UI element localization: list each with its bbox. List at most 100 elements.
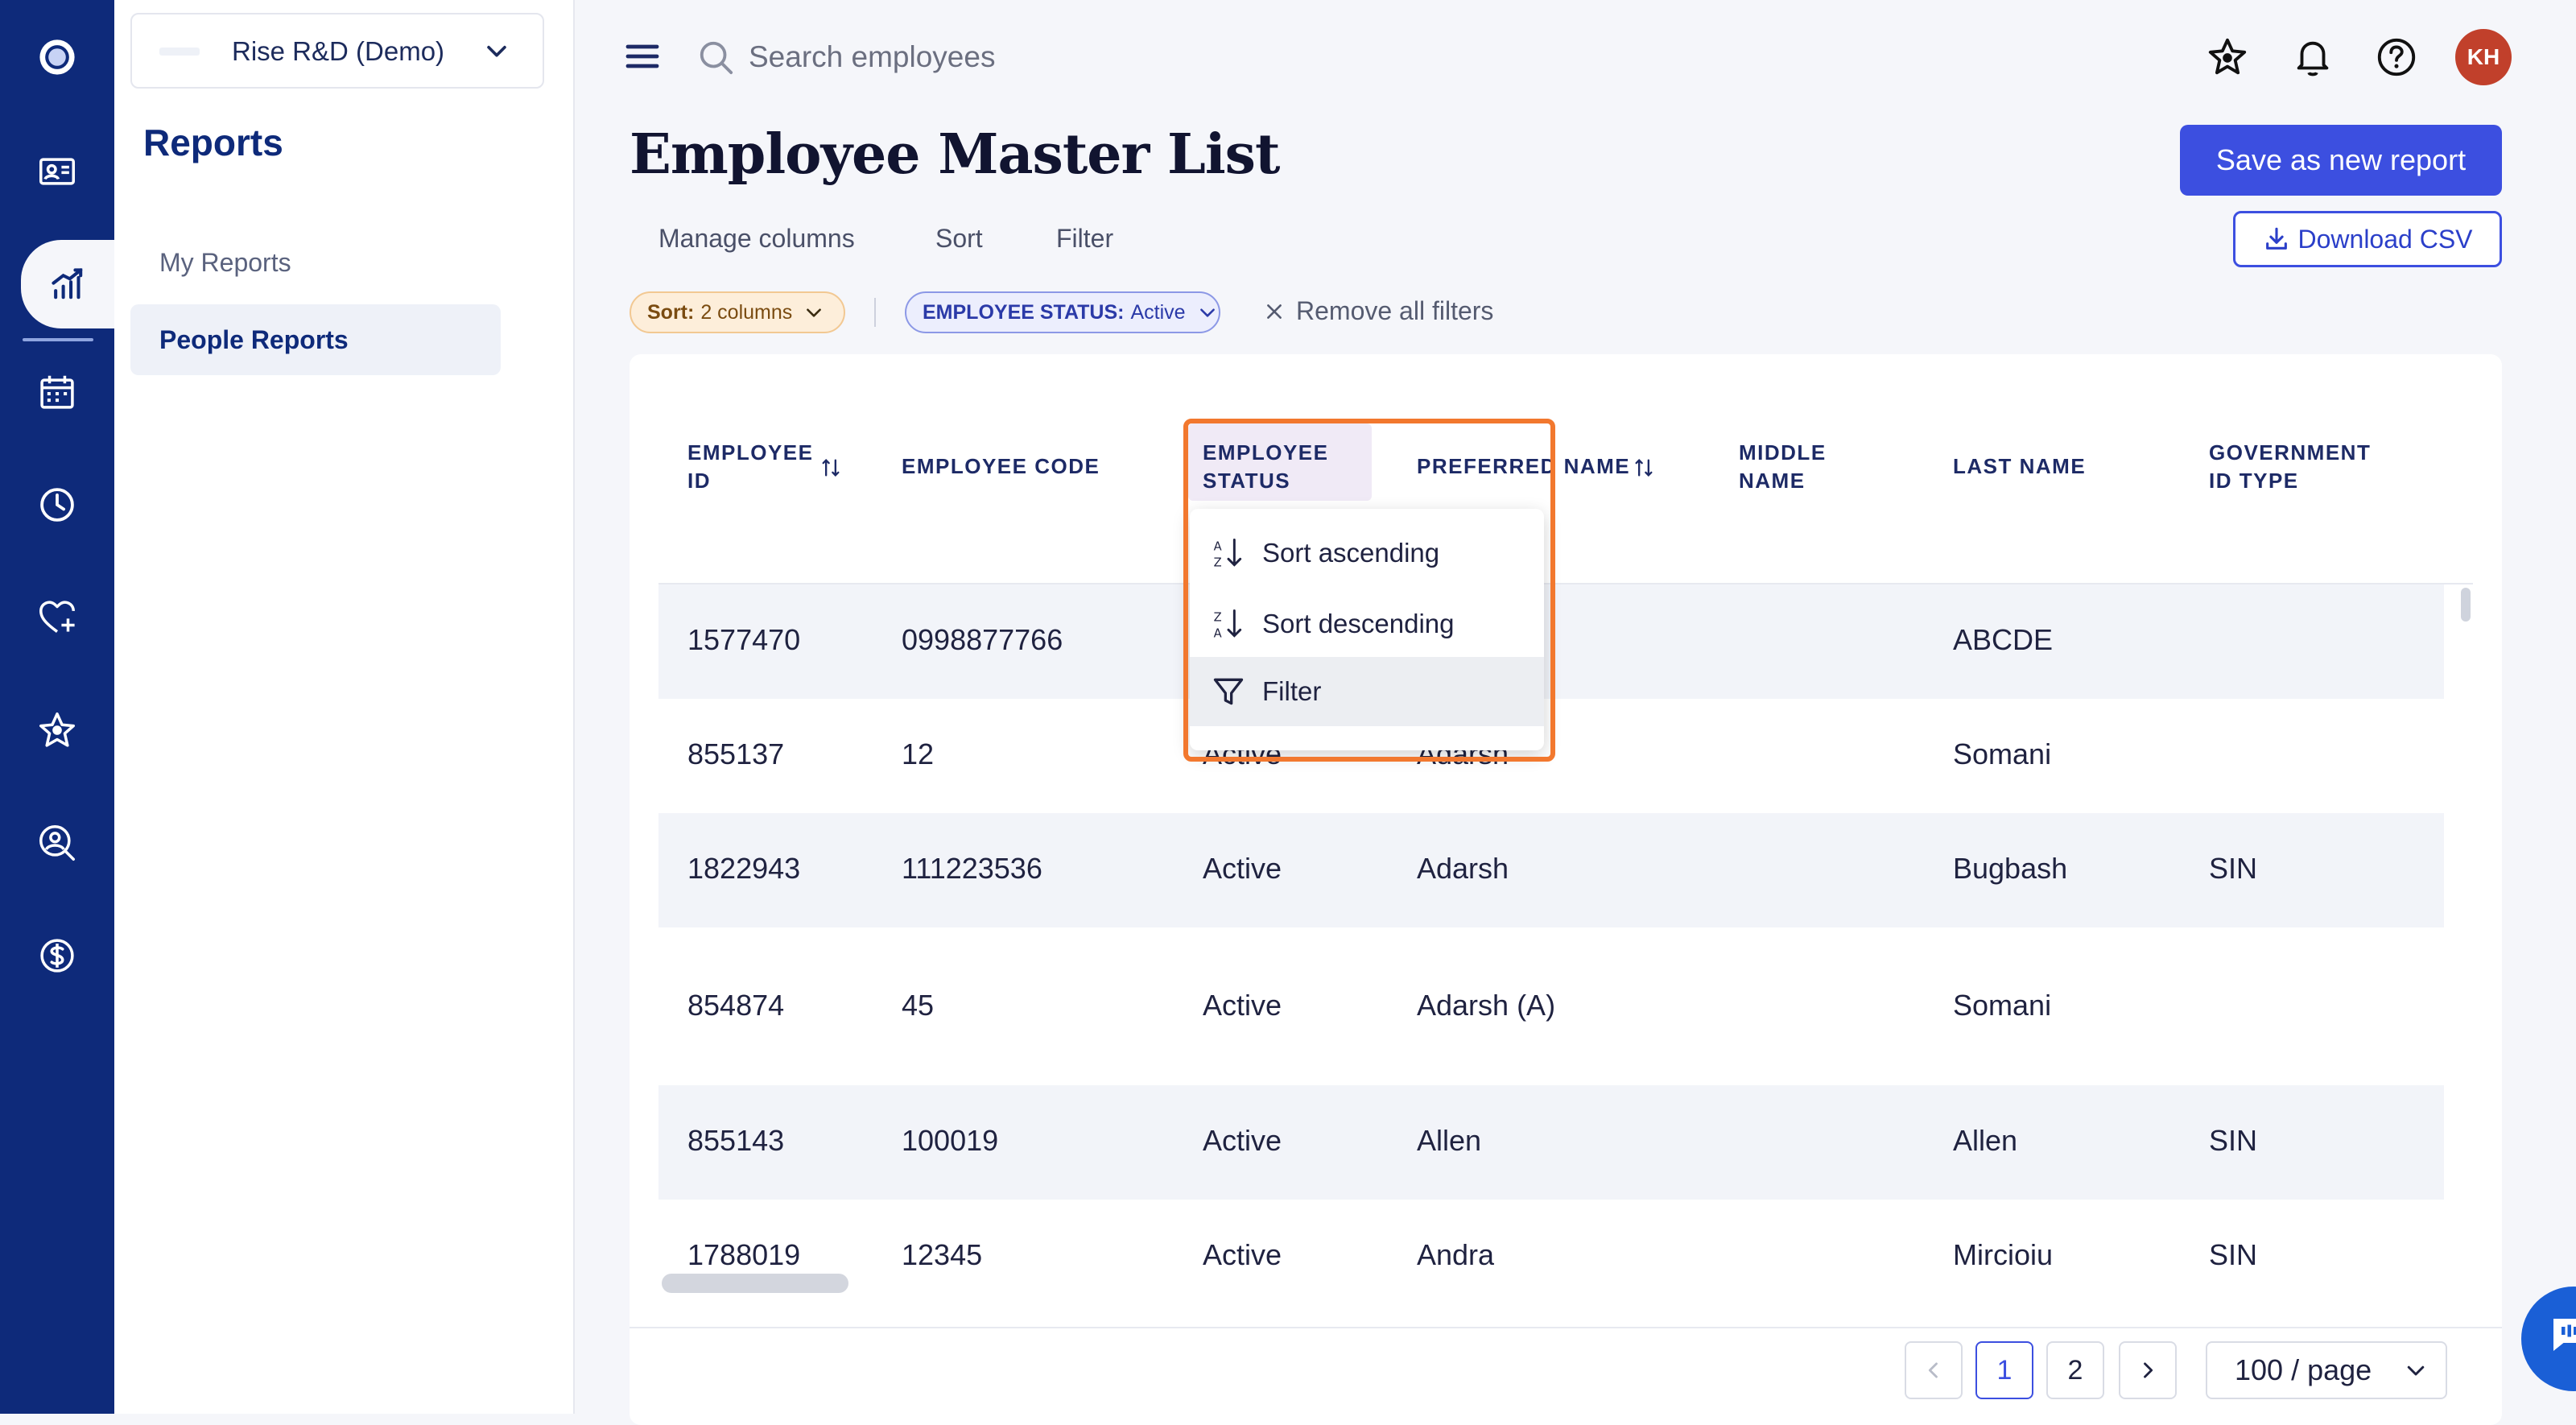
cell-employee-code: 0998877766 — [902, 623, 1063, 656]
page-1-button[interactable]: 1 — [1975, 1341, 2033, 1399]
cell-preferred-name: Adarsh (A) — [1417, 989, 1556, 1022]
chat-icon — [2553, 1319, 2576, 1351]
dollar-icon[interactable] — [0, 911, 114, 1000]
rail-divider — [23, 338, 93, 341]
cell-employee-id: 854874 — [687, 989, 785, 1022]
cell-employee-status: Active — [1203, 989, 1282, 1022]
people-card-icon[interactable] — [0, 127, 114, 216]
calendar-icon[interactable] — [0, 348, 114, 436]
cell-last-name: Bugbash — [1953, 852, 2068, 885]
chevron-left-icon — [1928, 1362, 1938, 1378]
table-row[interactable]: 854874 45 Active Adarsh (A) Somani — [658, 927, 2444, 1085]
cell-employee-id: 1788019 — [687, 1238, 801, 1271]
sort-chip[interactable]: Sort: 2 columns — [630, 291, 845, 333]
column-header-employee-id[interactable]: EMPLOYEE ID — [687, 439, 816, 495]
column-header-last-name[interactable]: LAST NAME — [1953, 452, 2086, 481]
sort-toggle-icon[interactable] — [1633, 456, 1655, 479]
sidebar-item-label: People Reports — [159, 324, 349, 354]
cell-employee-code: 45 — [902, 989, 935, 1022]
download-csv-label: Download CSV — [2297, 224, 2473, 254]
logo-icon[interactable] — [0, 13, 114, 101]
cell-employee-status: Active — [1203, 852, 1282, 885]
table-row[interactable]: 855143 100019 Active Allen Allen SIN — [658, 1085, 2444, 1200]
cell-last-name: ABCDE — [1953, 623, 2054, 656]
column-header-middle-name[interactable]: MIDDLE NAME — [1739, 439, 1852, 495]
heart-plus-icon[interactable] — [0, 573, 114, 662]
sidebar-item-my-reports[interactable]: My Reports — [130, 227, 501, 298]
favorite-star-icon[interactable] — [2206, 35, 2249, 79]
sidebar-item-people-reports[interactable]: People Reports — [130, 304, 501, 375]
avatar[interactable]: KH — [2455, 29, 2512, 85]
vertical-scrollbar[interactable] — [2461, 588, 2471, 622]
search-input[interactable] — [747, 32, 1314, 82]
cell-last-name: Somani — [1953, 989, 2052, 1022]
manage-columns-link[interactable]: Manage columns — [658, 224, 855, 254]
chevron-right-icon — [2144, 1362, 2153, 1378]
cell-employee-code: 111223536 — [902, 852, 1042, 885]
cell-employee-status: Active — [1203, 1238, 1282, 1271]
footer-divider — [630, 1327, 2502, 1328]
clock-icon[interactable] — [0, 461, 114, 549]
employee-table: EMPLOYEE ID EMPLOYEE CODE EMPLOYEE STATU… — [630, 354, 2502, 1425]
cell-employee-id: 1577470 — [687, 623, 801, 656]
download-csv-button[interactable]: Download CSV — [2233, 211, 2502, 267]
page-2-button[interactable]: 2 — [2046, 1341, 2104, 1399]
bell-icon[interactable] — [2291, 35, 2334, 79]
column-header-employee-code[interactable]: EMPLOYEE CODE — [902, 452, 1100, 481]
cell-last-name: Allen — [1953, 1124, 2018, 1157]
next-page-button[interactable] — [2119, 1341, 2177, 1399]
sort-chip-value: 2 columns — [700, 300, 793, 324]
cell-preferred-name: Andra — [1417, 1238, 1495, 1271]
page-size-value: 100 / page — [2235, 1353, 2372, 1386]
status-chip-value: Active — [1130, 300, 1186, 324]
chip-divider — [874, 298, 876, 327]
table-row[interactable]: 1788019 12345 Active Andra Mircioiu SIN — [658, 1200, 2444, 1314]
org-logo — [159, 48, 200, 56]
filter-link[interactable]: Filter — [1056, 224, 1113, 254]
menu-icon[interactable] — [625, 40, 660, 72]
org-switcher[interactable]: Rise R&D (Demo) — [130, 13, 544, 89]
cell-preferred-name: Allen — [1417, 1124, 1482, 1157]
reports-sidebar: Rise R&D (Demo) Reports My Reports Peopl… — [114, 0, 575, 1414]
cell-government-id-type: SIN — [2209, 852, 2258, 885]
icon-rail — [0, 0, 114, 1414]
cell-employee-code: 100019 — [902, 1124, 999, 1157]
chevron-down-icon — [487, 45, 506, 57]
sidebar-title: Reports — [143, 122, 283, 163]
horizontal-scrollbar[interactable] — [662, 1274, 848, 1293]
sidebar-item-label: My Reports — [159, 247, 291, 277]
cell-last-name: Mircioiu — [1953, 1238, 2054, 1271]
cell-employee-code: 12345 — [902, 1238, 983, 1271]
cell-employee-id: 1822943 — [687, 852, 801, 885]
cell-government-id-type: SIN — [2209, 1124, 2258, 1157]
status-chip-key: EMPLOYEE STATUS: — [923, 300, 1125, 324]
sort-toggle-icon[interactable] — [819, 456, 842, 479]
page-title: Employee Master List — [630, 122, 1280, 187]
org-name: Rise R&D (Demo) — [232, 36, 445, 66]
help-icon[interactable] — [2375, 35, 2418, 79]
user-search-icon[interactable] — [0, 799, 114, 887]
highlight-outline — [1183, 419, 1555, 762]
chevron-down-icon — [807, 308, 822, 317]
table-row[interactable]: 1822943 111223536 Active Adarsh Bugbash … — [658, 813, 2444, 927]
previous-page-button[interactable] — [1905, 1341, 1963, 1399]
page-size-select[interactable]: 100 / page — [2206, 1341, 2447, 1399]
download-icon — [2265, 227, 2287, 250]
column-header-government-id-type[interactable]: GOVERNMENT ID TYPE — [2209, 439, 2394, 495]
cell-employee-id: 855143 — [687, 1124, 785, 1157]
cell-last-name: Somani — [1953, 737, 2052, 770]
chevron-down-icon — [1199, 308, 1215, 317]
search-icon — [700, 41, 733, 75]
sort-chip-key: Sort: — [647, 300, 695, 324]
cell-preferred-name: Adarsh — [1417, 852, 1509, 885]
cell-employee-code: 12 — [902, 737, 935, 770]
employee-status-chip[interactable]: EMPLOYEE STATUS: Active — [905, 291, 1220, 333]
chat-launcher-button[interactable] — [2521, 1287, 2576, 1391]
remove-all-filters-button[interactable]: Remove all filters — [1264, 296, 1493, 326]
sort-link[interactable]: Sort — [935, 224, 983, 254]
star-icon[interactable] — [0, 686, 114, 774]
close-icon — [1267, 304, 1282, 319]
remove-all-filters-label: Remove all filters — [1296, 296, 1494, 325]
save-as-new-report-button[interactable]: Save as new report — [2180, 125, 2502, 196]
reports-chart-icon[interactable] — [21, 240, 114, 328]
